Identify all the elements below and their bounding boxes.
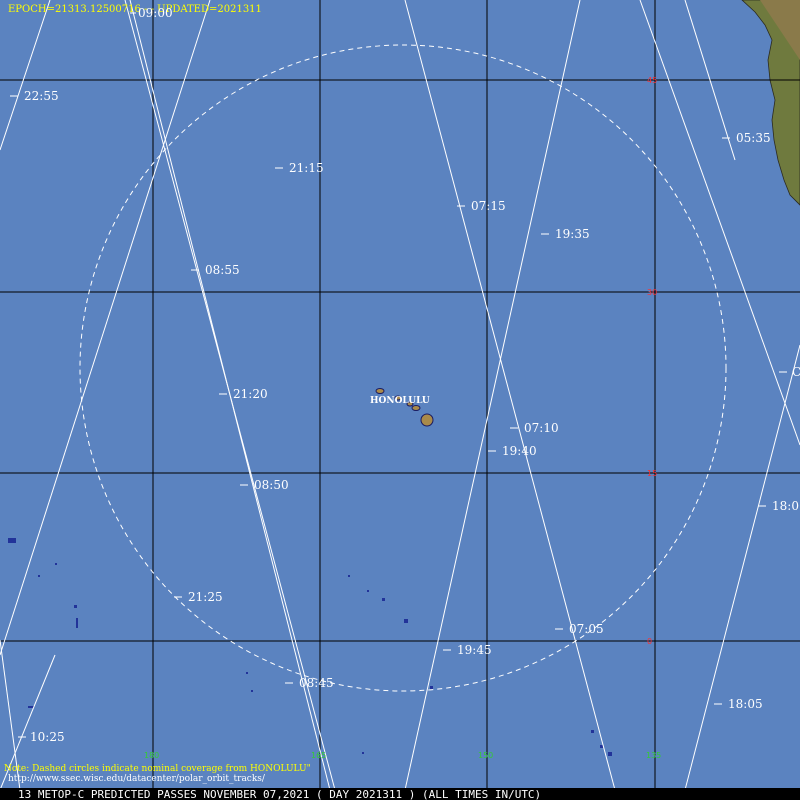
pass-time-label: 19:40 (502, 444, 537, 458)
pass-time-label: 19:35 (555, 227, 590, 241)
pass-time-label: 09:00 (138, 6, 173, 20)
pass-time-label: 07:10 (524, 421, 559, 435)
pass-time-label: 08:55 (205, 263, 240, 277)
pass-time-label: 21:20 (233, 387, 268, 401)
station-label: HONOLULU (370, 396, 430, 406)
pass-time-label: 22:55 (24, 89, 59, 103)
lat-label: 15 (647, 469, 657, 478)
lat-label: 30 (647, 288, 657, 297)
pass-time-label: 05:35 (736, 131, 771, 145)
pass-time-label: 08:50 (254, 478, 289, 492)
pass-time-label: 19:45 (457, 643, 492, 657)
orbit-track-map: EPOCH=21313.12500716 - - UPDATED=2021311… (0, 0, 800, 800)
pass-time-label: 07:05 (569, 622, 604, 636)
pass-time-label: 07:15 (471, 199, 506, 213)
pass-time-label: 18:0 (772, 499, 799, 513)
lat-label: 45 (647, 76, 657, 85)
source-url: http://www.ssec.wisc.edu/datacenter/pola… (8, 774, 266, 784)
pass-time-label: C (792, 365, 800, 379)
lon-label: 150 (478, 751, 493, 760)
coverage-note: Note: Dashed circles indicate nominal co… (4, 764, 311, 774)
pass-time-label: 21:25 (188, 590, 223, 604)
pass-time-label: 21:15 (289, 161, 324, 175)
lon-label: 165 (311, 751, 326, 760)
pass-time-label: 08:45 (299, 676, 334, 690)
lon-label: 135 (646, 751, 661, 760)
pass-time-label: 10:25 (30, 730, 65, 744)
lon-label: 180 (144, 751, 159, 760)
pass-time-label: 18:05 (728, 697, 763, 711)
footer-title: 13 METOP-C PREDICTED PASSES NOVEMBER_07,… (18, 788, 541, 800)
lat-label: 0 (647, 637, 652, 646)
